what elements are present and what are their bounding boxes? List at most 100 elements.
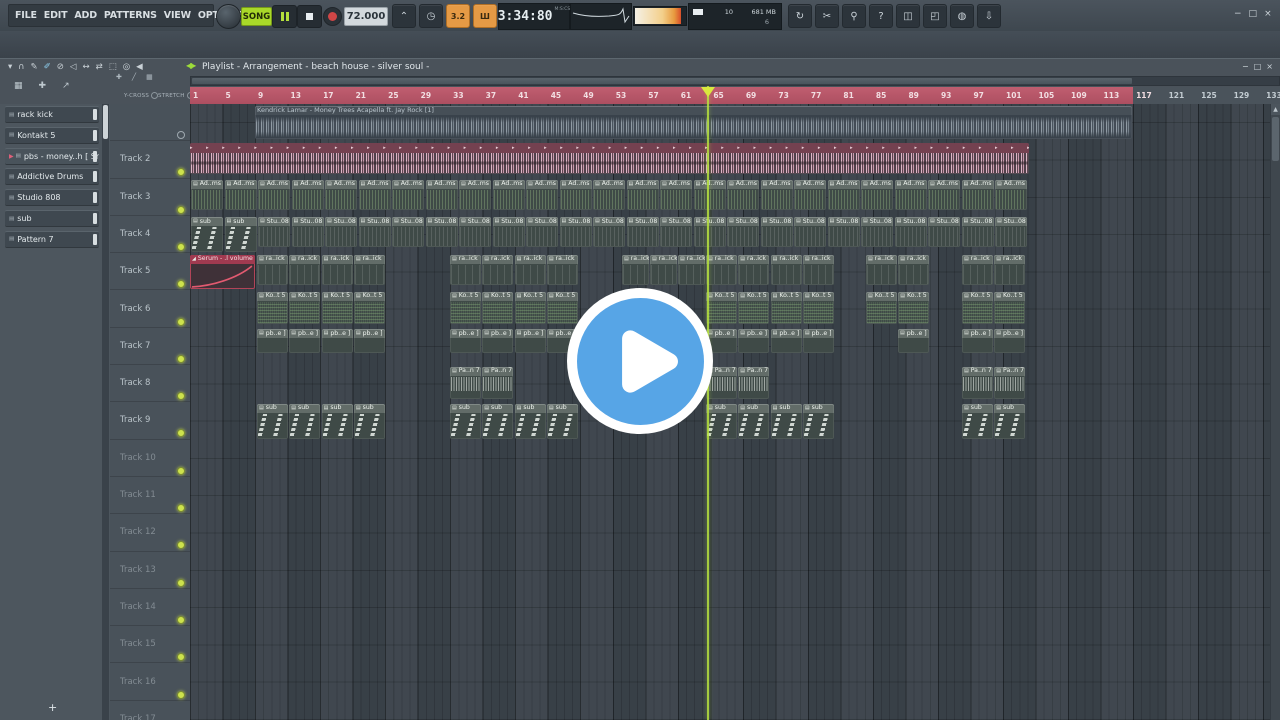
clip-keys[interactable]: ▤ Ko..t 5 [546, 292, 578, 324]
track-header[interactable]: Track 8 [110, 365, 190, 403]
track-target-icon[interactable] [177, 131, 185, 139]
clip-kick[interactable]: ▤ ra..ick [678, 254, 705, 285]
clip-empty[interactable]: ▤ pb..e ] [770, 329, 802, 354]
clip-lines[interactable]: ▤ Stu..08 [928, 217, 961, 248]
clip-kick[interactable]: ▤ ra..ick [898, 254, 930, 285]
main-volume-knob[interactable] [216, 4, 241, 29]
piano-view-icon[interactable]: ▦ [14, 81, 23, 91]
clip-lines[interactable]: ▤ Stu..08 [727, 217, 760, 248]
clip-subnotes[interactable]: ▤ sub [224, 217, 257, 253]
countdown-precount-icon[interactable]: Ш [473, 4, 497, 28]
clip-drums[interactable]: ▤ Ad..ms [861, 180, 894, 211]
clip-lines[interactable]: ▤ Stu..08 [861, 217, 894, 248]
arrangement-area[interactable]: Kendrick Lamar - Money Trees Acapella ft… [190, 104, 1280, 720]
clip-subnotes[interactable]: ▤ sub [482, 403, 514, 439]
song-mode-button[interactable]: SONG [241, 7, 272, 26]
slip-tool-icon[interactable]: ↔ [82, 61, 89, 73]
clip-dense[interactable]: ▤Pa..n 7 [450, 366, 482, 399]
clip-empty[interactable]: ▤ pb..e ] [962, 329, 994, 354]
clip-keys[interactable]: ▤ Ko..t 5 [706, 292, 738, 324]
clip-dense[interactable]: ▤Pa..n 7 [994, 366, 1026, 399]
clip-keys[interactable]: ▤ Ko..t 5 [770, 292, 802, 324]
clip-kick[interactable]: ▤ ra..ick [289, 254, 321, 285]
record-button[interactable] [323, 7, 342, 26]
clip-drums[interactable]: ▤ Ad..ms [358, 180, 391, 211]
clip-kick[interactable]: ▤ ra..ick [321, 254, 353, 285]
paint-tool-icon[interactable]: ✐ [44, 61, 51, 73]
track-mute-led[interactable] [177, 168, 185, 177]
slope-icon[interactable]: ╱ [132, 73, 136, 81]
track-header[interactable]: Track 7 [110, 328, 190, 366]
clip-subnotes[interactable]: ▤ sub [257, 403, 289, 439]
wait-for-input-icon[interactable]: 3.2 [446, 4, 470, 28]
select-tool-icon[interactable]: ⬚ [109, 61, 117, 73]
clip-subnotes[interactable]: ▤ sub [191, 217, 224, 253]
clip-keys[interactable]: ▤ Ko..t 5 [738, 292, 770, 324]
clip-keys[interactable]: ▤ Ko..t 5 [321, 292, 353, 324]
track-header[interactable] [110, 104, 190, 142]
y-cross-checkbox[interactable]: y-cross [124, 92, 159, 99]
video-play-button[interactable] [567, 288, 713, 434]
scroll-up-icon[interactable]: ▲ [1271, 104, 1280, 115]
maximize-button[interactable]: □ [1249, 9, 1258, 19]
clip-keys[interactable]: ▤ Ko..t 5 [514, 292, 546, 324]
clip-keys[interactable]: ▤ Ko..t 5 [353, 292, 385, 324]
clip-drums[interactable]: ▤ Ad..ms [559, 180, 592, 211]
clip-drums[interactable]: ▤ Ad..ms [794, 180, 827, 211]
cut-icon[interactable]: ✂ [815, 4, 839, 28]
pattern-item[interactable]: ▤ Kontakt 5 [5, 126, 99, 144]
tempo-display[interactable]: 72.000 [344, 7, 388, 26]
hscroll-thumb[interactable] [192, 78, 1132, 84]
clip-kick[interactable]: ▤ ra..ick [962, 254, 994, 285]
track-header[interactable]: Track 10 [110, 440, 190, 477]
pattern-scroll-thumb[interactable] [103, 105, 108, 139]
timeline-ruler[interactable]: 1 5 9 13 17 21 25 29 33 37 41 45 49 53 57 61 65 69 73 77 81 8… [190, 87, 1280, 105]
clip-lines[interactable]: ▤ Stu..08 [660, 217, 693, 248]
keys-icon[interactable]: ▦ [146, 73, 153, 81]
clip-drums[interactable]: ▤ Ad..ms [693, 180, 726, 211]
save-icon[interactable]: ◫ [896, 4, 920, 28]
clip-empty[interactable]: ▤ pb..e ] [738, 329, 770, 354]
track-mute-led[interactable] [177, 578, 185, 587]
clip-audio[interactable]: Kendrick Lamar - Money Trees Acapella ft… [255, 105, 1132, 139]
clip-drums[interactable]: ▤ Ad..ms [928, 180, 961, 211]
pattern-item[interactable]: ▶▤pbs - money..h [ Snare ] [5, 147, 99, 165]
clip-subnotes[interactable]: ▤ sub [802, 403, 834, 439]
track-header[interactable]: Track 15 [110, 626, 190, 664]
chat-icon[interactable]: ◍ [950, 4, 974, 28]
delete-tool-icon[interactable]: ⊘ [57, 61, 64, 73]
track-mute-led[interactable] [177, 280, 185, 289]
menu-arrow-icon[interactable]: ▾ [8, 61, 12, 73]
track-header[interactable]: Track 5 [110, 253, 190, 291]
clip-drums[interactable]: ▤ Ad..ms [660, 180, 693, 211]
stop-button[interactable] [297, 5, 322, 28]
clip-drums[interactable]: ▤ Ad..ms [224, 180, 257, 211]
clip-drums[interactable]: ▤ Ad..ms [258, 180, 291, 211]
crossfade-icon[interactable]: ✚ [39, 81, 47, 91]
track-mute-led[interactable] [177, 541, 185, 550]
track-header[interactable]: Track 9 [110, 402, 190, 440]
track-header[interactable]: Track 3 [110, 179, 190, 216]
track-mute-led[interactable] [177, 205, 185, 214]
clip-lines[interactable]: ▤ Stu..08 [794, 217, 827, 248]
play-pause-button[interactable] [272, 5, 297, 28]
pl-minimize-button[interactable]: − [1242, 62, 1249, 71]
clip-kick[interactable]: ▤ ra..ick [738, 254, 770, 285]
clip-empty[interactable]: ▤ pb..e ] [994, 329, 1026, 354]
close-button[interactable]: × [1264, 9, 1272, 19]
clip-empty[interactable]: ▤ pb..e ] [257, 329, 289, 354]
clip-keys[interactable]: ▤ Ko..t 5 [289, 292, 321, 324]
clip-lines[interactable]: ▤ Stu..08 [995, 217, 1028, 248]
slide-icon[interactable]: ↗ [62, 81, 70, 91]
clip-drums[interactable]: ▤ Ad..ms [325, 180, 358, 211]
menu-add[interactable]: ADD [74, 10, 97, 21]
clip-drums[interactable]: ▤ Ad..ms [894, 180, 927, 211]
clip-lines[interactable]: ▤ Stu..08 [626, 217, 659, 248]
clip-lines[interactable]: ▤ Stu..08 [961, 217, 994, 248]
clip-lines[interactable]: ▤ Stu..08 [593, 217, 626, 248]
playback-tool-icon[interactable]: ◀ [136, 61, 143, 73]
track-header[interactable]: Track 6 [110, 291, 190, 328]
clip-lines[interactable]: ▤ Stu..08 [459, 217, 492, 248]
clip-drums[interactable]: ▤ Ad..ms [459, 180, 492, 211]
clip-kick[interactable]: ▤ ra..ick [866, 254, 898, 285]
